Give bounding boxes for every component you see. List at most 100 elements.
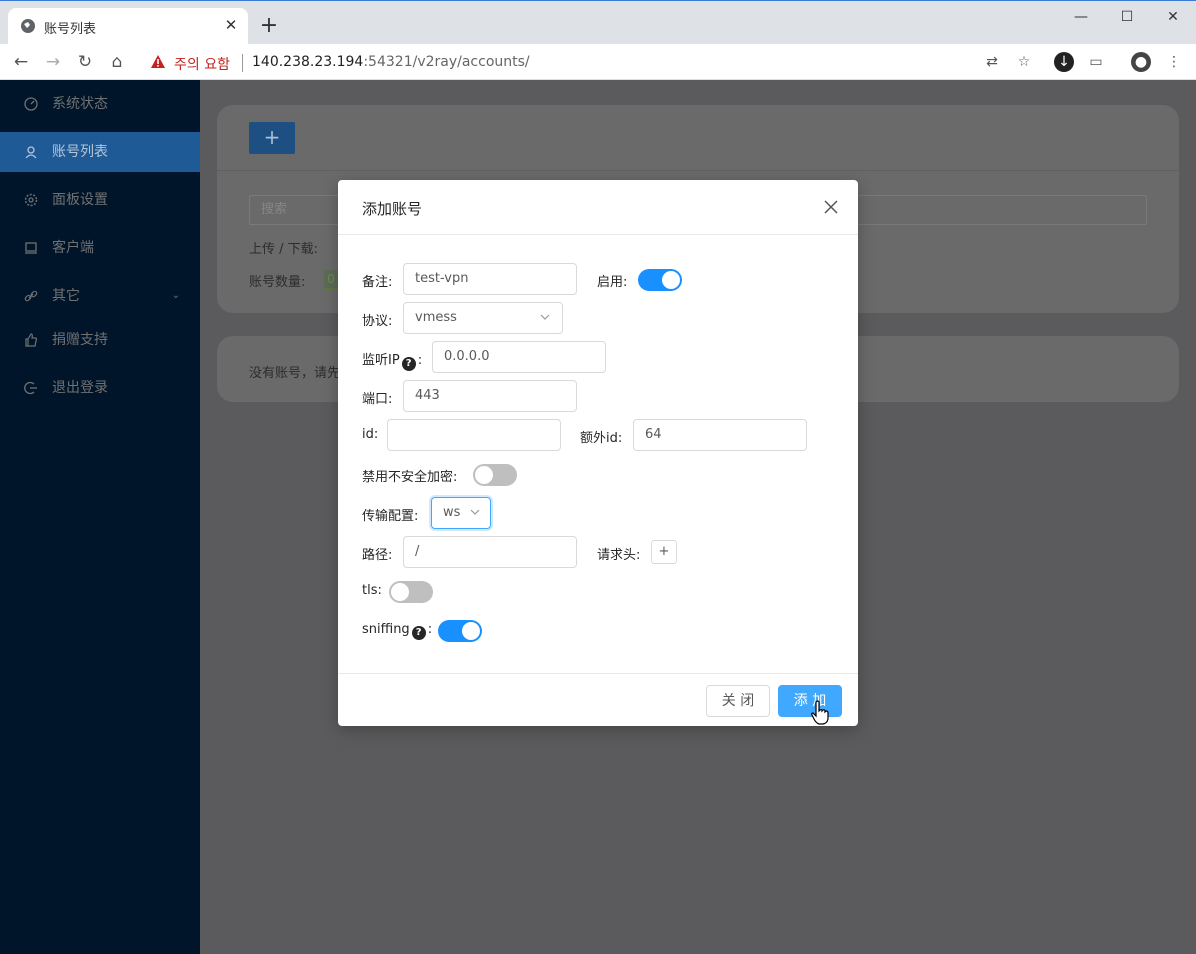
home-icon[interactable]: ⌂ (104, 49, 130, 75)
url-host: 140.238.23.194 (252, 54, 364, 70)
enable-label: 启用: (597, 275, 628, 290)
sniffing-label-text: sniffing (362, 622, 410, 637)
listen-ip-input[interactable]: 0.0.0.0 (432, 341, 606, 373)
port-label: 端口: (362, 392, 393, 407)
tab-title: 账号列表 (44, 22, 97, 37)
id-label: id: (362, 427, 379, 442)
hand-cursor-icon (811, 700, 829, 725)
chevron-down-icon: ⌄ (171, 290, 180, 301)
sidebar-item-donate[interactable]: 捐赠支持 (0, 320, 200, 360)
path-input[interactable]: / (403, 536, 577, 568)
maximize-icon[interactable]: ☐ (1104, 5, 1150, 29)
sniffing-label: sniffing?: (362, 622, 432, 640)
reload-icon[interactable]: ↻ (72, 49, 98, 75)
add-account-button[interactable]: + (249, 122, 295, 154)
help-icon[interactable]: ? (411, 626, 426, 640)
extension-download-icon[interactable]: ↓ (1054, 52, 1074, 72)
tls-label: tls: (362, 583, 382, 598)
chevron-down-icon (540, 314, 550, 320)
disable-insecure-switch[interactable] (473, 464, 517, 486)
new-tab-icon[interactable]: + (258, 15, 280, 37)
browser-titlebar: 账号列表 ✕ + — ☐ ✕ (0, 0, 1196, 45)
sniffing-colon: : (427, 622, 433, 637)
listen-ip-colon: : (417, 353, 423, 368)
modal-footer: 关 闭 添 加 (338, 673, 858, 726)
url-text: 140.238.23.194:54321/v2ray/accounts/ (252, 54, 530, 70)
close-icon[interactable] (820, 196, 842, 218)
link-icon (24, 290, 38, 302)
sidebar-item-status[interactable]: 系统状态 (0, 84, 200, 124)
close-tab-icon[interactable]: ✕ (222, 16, 240, 34)
empty-text: 没有账号，请先 (249, 366, 341, 381)
cast-icon[interactable]: ▭ (1086, 52, 1106, 72)
transport-label: 传输配置: (362, 509, 419, 524)
sidebar-item-label: 系统状态 (52, 96, 108, 112)
sidebar-item-other[interactable]: 其它 ⌄ (0, 276, 200, 316)
sidebar-item-label: 退出登录 (52, 380, 108, 396)
translate-icon[interactable]: ⇄ (982, 52, 1002, 72)
sidebar-item-label: 账号列表 (52, 144, 108, 160)
help-icon[interactable]: ? (401, 357, 416, 371)
bookmark-star-icon[interactable]: ☆ (1014, 52, 1034, 72)
close-window-icon[interactable]: ✕ (1150, 5, 1196, 29)
path-label: 路径: (362, 548, 393, 563)
sidebar-item-label: 客户端 (52, 240, 94, 256)
remark-label: 备注: (362, 275, 393, 290)
tls-switch[interactable] (389, 581, 433, 603)
sidebar-item-label: 面板设置 (52, 192, 108, 208)
alter-id-input[interactable]: 64 (633, 419, 807, 451)
sidebar-item-accounts[interactable]: 账号列表 (0, 132, 200, 172)
url-separator (242, 54, 243, 72)
switch-knob (662, 271, 680, 289)
sidebar-item-clients[interactable]: 客户端 (0, 228, 200, 268)
address-bar[interactable]: 주의 요함 140.238.23.194:54321/v2ray/account… (142, 48, 1042, 76)
profile-icon[interactable]: ● (1131, 52, 1151, 72)
card-divider (217, 170, 1179, 171)
globe-icon (21, 19, 35, 33)
account-count-badge: 0 (323, 269, 339, 289)
switch-knob (462, 622, 480, 640)
transport-select[interactable]: ws (431, 497, 491, 529)
listen-ip-label: 监听IP?: (362, 349, 422, 371)
listen-ip-label-text: 监听IP (362, 353, 400, 368)
enable-switch[interactable] (638, 269, 682, 291)
sniffing-switch[interactable] (438, 620, 482, 642)
warning-icon (151, 55, 165, 68)
browser-tab[interactable]: 账号列表 ✕ (8, 8, 248, 45)
user-icon (25, 146, 37, 159)
chevron-down-icon (470, 509, 480, 515)
url-path: :54321/v2ray/accounts/ (363, 54, 530, 70)
dashboard-icon (24, 97, 38, 111)
protocol-select[interactable]: vmess (403, 302, 563, 334)
alter-id-label: 额外id: (580, 431, 623, 446)
menu-more-icon[interactable]: ⋮ (1164, 52, 1184, 72)
sidebar-item-settings[interactable]: 面板设置 (0, 180, 200, 220)
add-account-modal: 添加账号 备注: test-vpn 启用: 协议: vmess 监听IP?: 0… (338, 180, 858, 726)
minimize-icon[interactable]: — (1058, 5, 1104, 29)
add-header-button[interactable]: + (651, 540, 677, 564)
disable-insecure-label: 禁用不安全加密: (362, 470, 458, 485)
remark-input[interactable]: test-vpn (403, 263, 577, 295)
id-input[interactable] (387, 419, 561, 451)
laptop-icon (25, 242, 37, 254)
account-count-label: 账号数量: (249, 275, 306, 290)
switch-knob (475, 466, 493, 484)
close-button[interactable]: 关 闭 (706, 685, 770, 717)
gear-icon (24, 193, 38, 207)
security-warning: 주의 요함 (174, 57, 230, 73)
protocol-label: 协议: (362, 314, 393, 329)
transport-value: ws (443, 505, 461, 520)
modal-header: 添加账号 (338, 180, 858, 235)
logout-icon (24, 381, 37, 395)
modal-title: 添加账号 (362, 200, 423, 218)
browser-toolbar: ← → ↻ ⌂ 주의 요함 140.238.23.194:54321/v2ray… (0, 44, 1196, 80)
switch-knob (391, 583, 409, 601)
sidebar-item-logout[interactable]: 退出登录 (0, 368, 200, 408)
forward-icon[interactable]: → (40, 49, 66, 75)
traffic-label: 上传 / 下载: (249, 242, 319, 257)
request-header-label: 请求头: (597, 548, 641, 563)
port-input[interactable]: 443 (403, 380, 577, 412)
thumbs-up-icon (25, 333, 38, 347)
back-icon[interactable]: ← (8, 49, 34, 75)
sidebar-item-label: 其它 (52, 288, 80, 304)
